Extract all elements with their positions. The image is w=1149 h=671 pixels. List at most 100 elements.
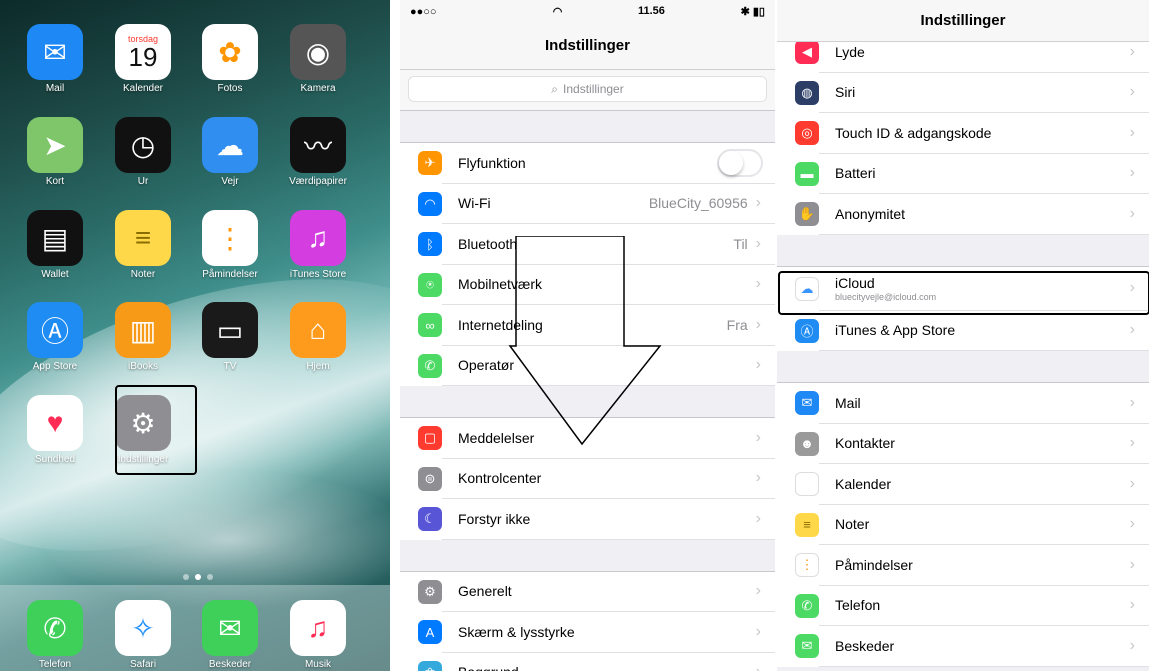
nav-title: Indstillinger <box>400 22 775 70</box>
app-tv[interactable]: ▭ TV <box>190 302 270 372</box>
settings-row-kalender[interactable]: Kalender › <box>777 464 1149 505</box>
cellular-icon: ⍟ <box>418 272 442 297</box>
settings-row-skærm-lysstyrke[interactable]: A Skærm & lysstyrke › <box>400 612 775 653</box>
settings-row-itunes-app-store[interactable]: ⒶiTunes & App Store › <box>777 310 1149 351</box>
row-title: Påmindelser <box>835 556 913 573</box>
app-hjem[interactable]: ⌂ Hjem <box>278 302 358 372</box>
messages-icon: ✉ <box>202 600 258 656</box>
app-værdipapirer[interactable]: 〰 Værdipapirer <box>278 117 358 187</box>
row-title: Beskeder <box>835 637 895 654</box>
row-label: Touch ID & adgangskode <box>835 125 1130 141</box>
row-value: Til <box>733 235 748 252</box>
row-value: Fra <box>726 316 748 333</box>
app-label: Kalender <box>122 83 164 94</box>
settings-row-batteri[interactable]: ▬ Batteri › <box>777 153 1149 194</box>
app-itunes-store[interactable]: ♫ iTunes Store <box>278 210 358 280</box>
chevron-right-icon: › <box>1129 555 1135 573</box>
app-wallet[interactable]: ▤ Wallet <box>15 210 95 280</box>
app-vejr[interactable]: ☁ Vejr <box>190 117 270 187</box>
settings-row-kontakter[interactable]: ☻ Kontakter › <box>777 423 1149 464</box>
settings-row-kontrolcenter[interactable]: ⊜ Kontrolcenter › <box>400 458 775 499</box>
settings-row-siri[interactable]: ◍ Siri › <box>777 72 1149 113</box>
notes-icon: ≡ <box>795 512 819 537</box>
reminders-icon: ⋮ <box>795 553 819 578</box>
settings-row-mail[interactable]: ✉ Mail › <box>777 383 1149 424</box>
dock-safari[interactable]: ✧ Safari <box>103 600 183 670</box>
app-label: iTunes Store <box>289 269 347 280</box>
chevron-right-icon: › <box>756 663 761 671</box>
status-bar: ●●○○ ◠ 11.56 ✱ ▮▯ <box>400 0 775 22</box>
chevron-right-icon: › <box>755 582 761 600</box>
row-label: Beskeder <box>835 638 1130 654</box>
signal-icon: ●●○○ ◠ <box>410 5 563 18</box>
settings-row-noter[interactable]: ≡ Noter › <box>777 504 1149 545</box>
app-sundhed[interactable]: ♥ Sundhed <box>15 395 95 465</box>
status-time: 11.56 <box>638 5 665 17</box>
settings-group: ◀ Lyde › ◍ Siri › ◎ Touch ID & adgangskode › ▬ Bat… <box>777 32 1149 235</box>
chevron-right-icon: › <box>755 315 761 333</box>
chevron-right-icon: › <box>1129 596 1135 614</box>
app-påmindelser[interactable]: ⋮ Påmindelser <box>190 210 270 280</box>
settings-row-beskeder[interactable]: ✉ Beskeder › <box>777 626 1149 667</box>
settings-row-touch-id-adgangskode[interactable]: ◎ Touch ID & adgangskode › <box>777 113 1149 154</box>
icloud-highlight-box <box>778 271 1149 315</box>
app-mail[interactable]: ✉ Mail <box>15 24 95 94</box>
settings-row-wi-fi[interactable]: ◠ Wi-Fi BlueCity_60956 › <box>400 183 775 224</box>
battery-icon: ▬ <box>795 161 819 186</box>
app-label: Fotos <box>217 83 243 94</box>
search-input[interactable]: ⌕ Indstillinger <box>408 76 767 102</box>
app-label: Musik <box>304 659 332 670</box>
airplane-toggle[interactable] <box>717 148 763 177</box>
app-ur[interactable]: ◷ Ur <box>103 117 183 187</box>
app-app-store[interactable]: Ⓐ App Store <box>15 302 95 372</box>
page-indicator[interactable] <box>183 574 213 580</box>
row-title: Siri <box>835 84 856 101</box>
carrier-icon: ✆ <box>418 353 442 378</box>
chevron-right-icon: › <box>755 622 761 640</box>
app-fotos[interactable]: ✿ Fotos <box>190 24 270 94</box>
app-kort[interactable]: ➤ Kort <box>15 117 95 187</box>
reminders-icon: ⋮ <box>202 210 258 266</box>
settings-group: ✉ Mail › ☻ Kontakter › Kalender › ≡ Noter › ⋮ Påmind… <box>777 383 1149 667</box>
row-title: Forstyr ikke <box>458 510 531 527</box>
app-ibooks[interactable]: ▥ iBooks <box>103 302 183 372</box>
row-title: Mail <box>835 394 861 411</box>
app-kamera[interactable]: ◉ Kamera <box>278 24 358 94</box>
app-kalender[interactable]: torsdag 19 Kalender <box>103 24 183 94</box>
fingerprint-icon: ◎ <box>795 121 819 146</box>
app-label: App Store <box>32 361 78 372</box>
settings-row-flyfunktion[interactable]: ✈ Flyfunktion <box>400 143 775 184</box>
chevron-right-icon: › <box>1129 474 1135 492</box>
dock-beskeder[interactable]: ✉ Beskeder <box>190 600 270 670</box>
chevron-right-icon: › <box>1129 515 1135 533</box>
app-label: Værdipapirer <box>289 176 347 187</box>
row-label: Mail <box>835 395 1130 411</box>
row-label: iTunes & App Store <box>835 322 1130 338</box>
appstore-icon: Ⓐ <box>27 302 83 358</box>
chevron-right-icon: › <box>755 234 761 252</box>
dock-musik[interactable]: ♫ Musik <box>278 600 358 670</box>
row-label: Påmindelser <box>835 557 1130 573</box>
app-label: Safari <box>129 659 157 670</box>
row-value: BlueCity_60956 <box>648 195 748 212</box>
app-label: Wallet <box>41 269 69 280</box>
dock-telefon[interactable]: ✆ Telefon <box>15 600 95 670</box>
settings-row-forstyr-ikke[interactable]: ☾ Forstyr ikke › <box>400 499 775 540</box>
row-title: Baggrund <box>458 664 519 671</box>
weather-icon: ☁ <box>202 117 258 173</box>
chevron-right-icon: › <box>1129 321 1135 339</box>
settings-row-påmindelser[interactable]: ⋮ Påmindelser › <box>777 545 1149 586</box>
app-label: Kort <box>45 176 65 187</box>
settings-row-baggrund[interactable]: ❀ Baggrund › <box>400 652 775 671</box>
settings-row-anonymitet[interactable]: ✋ Anonymitet › <box>777 194 1149 235</box>
app-noter[interactable]: ≡ Noter <box>103 210 183 280</box>
clock-icon: ◷ <box>115 117 171 173</box>
settings-row-telefon[interactable]: ✆ Telefon › <box>777 585 1149 626</box>
app-label: Mail <box>45 83 65 94</box>
row-label: Noter <box>835 516 1130 532</box>
hand-icon: ✋ <box>795 202 819 227</box>
settings-row-generelt[interactable]: ⚙ Generelt › <box>400 571 775 612</box>
control-center-icon: ⊜ <box>418 466 442 491</box>
tv-icon: ▭ <box>202 302 258 358</box>
chevron-right-icon: › <box>755 194 761 212</box>
